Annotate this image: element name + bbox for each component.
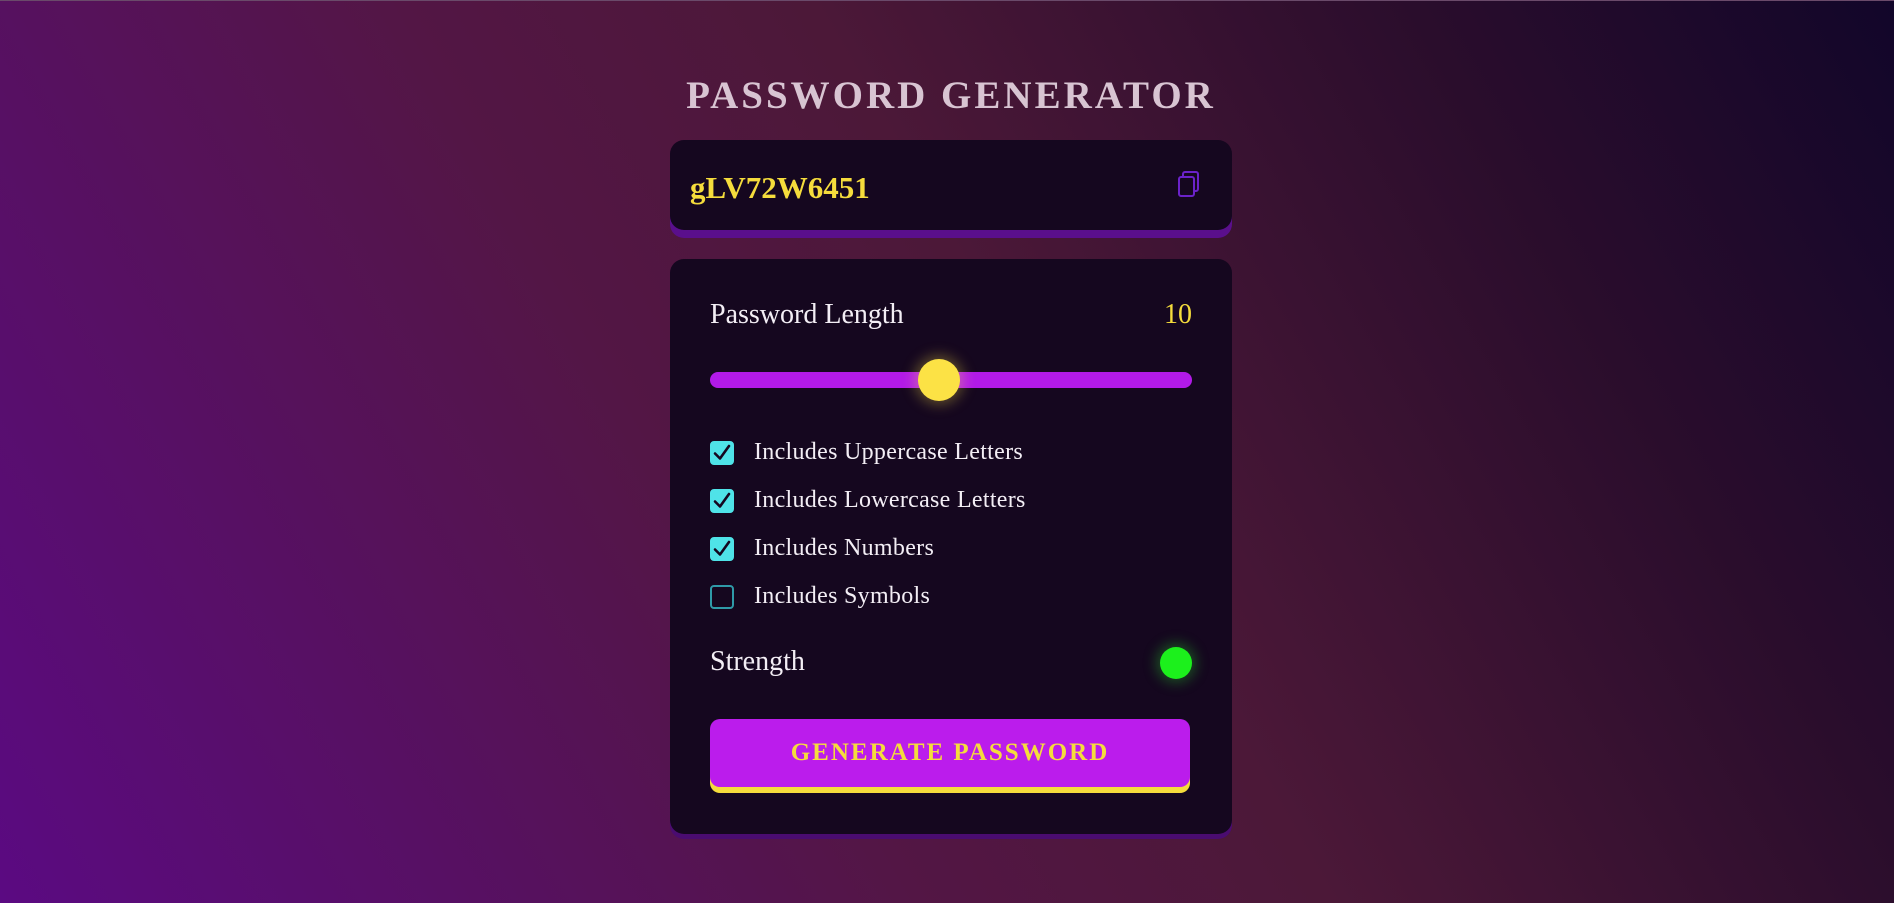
option-symbols[interactable]: Includes Symbols <box>710 583 930 610</box>
checkmark-icon <box>713 492 731 508</box>
password-text: gLV72W6451 <box>690 170 870 205</box>
checkmark-icon <box>713 540 731 556</box>
option-lowercase[interactable]: Includes Lowercase Letters <box>710 487 1026 514</box>
page-title: PASSWORD GENERATOR <box>686 74 1216 117</box>
generate-password-button[interactable]: GENERATE PASSWORD <box>710 719 1190 787</box>
option-label: Includes Numbers <box>754 535 935 561</box>
option-uppercase[interactable]: Includes Uppercase Letters <box>710 439 1023 466</box>
settings-panel: Password Length 10 Includes Uppercase Le… <box>670 259 1232 834</box>
option-numbers[interactable]: Includes Numbers <box>710 535 934 562</box>
numbers-checkbox[interactable] <box>710 536 734 561</box>
symbols-checkbox[interactable] <box>710 584 734 609</box>
strength-indicator <box>1160 647 1192 679</box>
checkmark-icon <box>713 444 731 460</box>
strength-label: Strength <box>710 646 805 677</box>
slider-thumb[interactable] <box>917 359 960 401</box>
lowercase-checkbox[interactable] <box>710 488 734 513</box>
password-length-value: 10 <box>1164 299 1192 330</box>
uppercase-checkbox[interactable] <box>710 440 734 465</box>
copy-icon[interactable] <box>1176 170 1202 200</box>
password-display: gLV72W6451 <box>670 140 1232 230</box>
option-label: Includes Uppercase Letters <box>754 439 1024 465</box>
option-label: Includes Lowercase Letters <box>754 487 1026 513</box>
option-label: Includes Symbols <box>754 583 931 609</box>
length-slider[interactable] <box>710 359 1192 401</box>
password-length-label: Password Length <box>710 299 904 330</box>
